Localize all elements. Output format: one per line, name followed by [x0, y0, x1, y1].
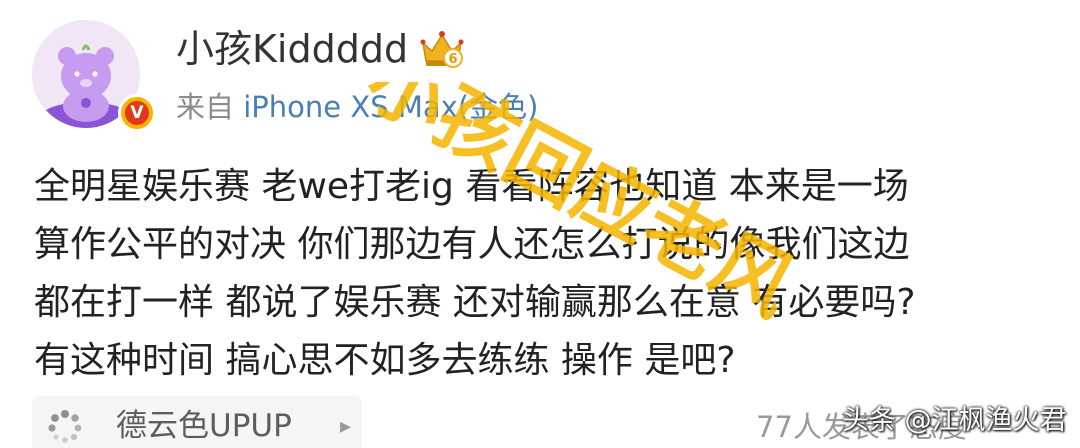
topic-chip[interactable]: 德云色UPUP ▸	[32, 396, 362, 448]
topic-label[interactable]: 德云色UPUP	[116, 404, 292, 448]
vip-level-number: 6	[448, 52, 457, 67]
chevron-right-icon: ▸	[340, 414, 352, 439]
content-line: 都在打一样 都说了娱乐赛 还对输赢那么在意 有必要吗?	[34, 282, 916, 323]
weibo-post: V 小孩Kiddddd 6 来自 iPhone XS Max(金色) 全明星娱乐…	[0, 0, 1080, 448]
author-avatar-container[interactable]: V	[32, 20, 156, 132]
source-attribution-watermark: 头条 @江枫渔火君	[842, 405, 1067, 436]
verified-badge-letter: V	[125, 101, 149, 125]
gold-crown-level-icon[interactable]: 6	[420, 28, 464, 70]
source-device-link[interactable]: iPhone XS Max(金色)	[243, 90, 538, 124]
verified-badge: V	[118, 94, 156, 132]
source-prefix: 来自	[176, 90, 235, 124]
loading-spinner-icon	[48, 410, 82, 443]
content-line: 全明星娱乐赛 老we打老ig 看看阵容也知道 本来是一场	[34, 166, 909, 207]
post-content: 全明星娱乐赛 老we打老ig 看看阵容也知道 本来是一场 算作公平的对决 你们那…	[34, 158, 1064, 390]
post-source: 来自 iPhone XS Max(金色)	[176, 86, 538, 128]
content-line: 有这种时间 搞心思不如多去练练 操作 是吧?	[34, 340, 736, 381]
content-line: 算作公平的对决 你们那边有人还怎么打说的像我们这边	[34, 224, 910, 265]
author-name[interactable]: 小孩Kiddddd	[176, 24, 408, 74]
